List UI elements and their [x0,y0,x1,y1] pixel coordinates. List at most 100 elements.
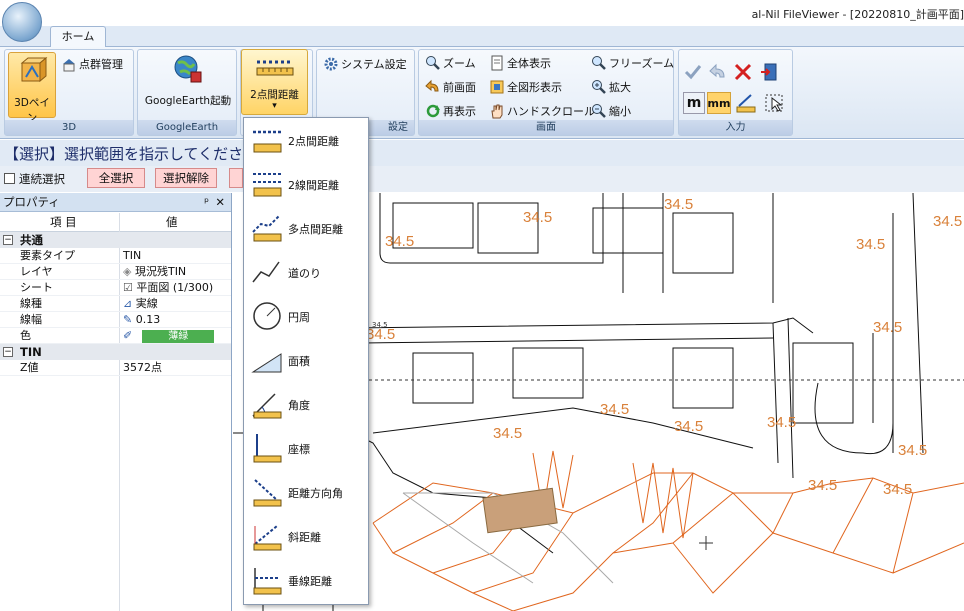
title-bar: al-Nil FileViewer - [20220810_計画平面] [0,0,964,26]
close-icon [734,63,752,81]
category-tin-label: TIN [20,345,42,359]
ribbon-group-screen: ズーム 全体表示 フリーズーム 前画面 全図形表示 拡大 再表示 ハンドスクロー… [418,49,674,136]
unit-mm-button[interactable]: mm [707,92,731,114]
unit-m-button[interactable]: m [683,92,705,114]
ribbon-group-3d: 3Dペイン 点群管理 3D [4,49,134,136]
system-settings-label: システム設定 [341,58,407,71]
zoom-button[interactable]: ズーム [425,55,476,71]
menu-item-two-line-distance[interactable]: 2線間距離 [288,177,339,193]
property-key: シート [20,281,53,294]
collapse-icon[interactable]: − [3,235,13,245]
group-label-input: 入力 [679,120,792,135]
collapse-icon[interactable]: − [3,347,13,357]
properties-column-header: 項 目 値 [0,212,231,232]
distance-bearing-icon [253,479,282,507]
property-key: 要素タイプ [20,249,75,262]
page-icon [491,55,503,71]
properties-panel: プロパティ ᵖ ✕ 項 目 値 − 共通 要素タイプ TIN レイヤ ◈ 現況残TIN… [0,193,232,611]
app-window: al-Nil FileViewer - [20220810_計画平面] ホーム … [0,0,964,611]
contour-label: 34.5 [933,213,962,230]
small-elevation-label: 34.5 [372,321,388,329]
menu-item-perpendicular-distance[interactable]: 垂線距離 [288,573,332,589]
sheet-icon: ☑ [123,281,137,294]
property-key: レイヤ [20,265,53,278]
googleearth-launch-button[interactable]: GoogleEarth起動 [140,54,236,118]
property-row[interactable]: 線幅 ✎ 0.13 [0,312,231,328]
property-row[interactable]: 線種 ⊿ 実線 [0,296,231,312]
two-point-distance-icon [253,130,282,153]
hand-scroll-label: ハンドスクロール [507,105,595,118]
property-row[interactable]: レイヤ ◈ 現況残TIN [0,264,231,280]
property-row[interactable]: シート ☑ 平面図 (1/300) [0,280,231,296]
refresh-icon [426,104,440,118]
property-key: Z値 [20,361,39,374]
point-cloud-button[interactable]: 点群管理 [61,56,123,72]
property-value: 3572点 [123,361,162,374]
properties-title: プロパティ [3,195,60,209]
property-value: 実線 [135,297,158,310]
more-selection-button[interactable] [229,168,243,188]
two-point-distance-button[interactable]: 2点間距離 ▾ [241,49,308,115]
continuous-select-checkbox[interactable] [4,173,15,184]
hand-scroll-button[interactable]: ハンドスクロール [489,103,595,119]
contour-label: 34.5 [523,209,552,226]
system-settings-button[interactable]: システム設定 [323,56,407,72]
tin-mesh [372,450,964,611]
pin-icon[interactable]: ᵖ [204,193,209,212]
paint-icon: ✐ [123,329,133,342]
ruler-distance-icon [256,60,294,76]
property-row[interactable]: 要素タイプ TIN [0,248,231,264]
property-key: 線幅 [20,313,42,326]
property-row[interactable]: 色 ✐ 薄緑 [0,328,231,344]
property-value: 0.13 [135,313,161,326]
column-value-header: 値 [166,215,178,229]
category-tin[interactable]: − TIN [0,344,231,360]
fit-all-label: 全体表示 [507,57,551,70]
cancel-button[interactable] [733,62,753,82]
menu-item-coordinate[interactable]: 座標 [288,441,310,457]
redraw-label: 再表示 [443,105,476,118]
menu-item-multi-point-distance[interactable]: 多点間距離 [288,221,343,237]
deselect-button[interactable]: 選択解除 [155,168,217,188]
color-swatch[interactable]: 薄緑 [142,329,215,343]
menu-item-distance-bearing[interactable]: 距離方向角 [288,485,343,501]
menu-item-circumference[interactable]: 円周 [288,309,310,325]
property-row[interactable]: Z値 3572点 [0,360,231,376]
3d-cube-icon [20,56,48,83]
undo-input-button[interactable] [708,62,728,82]
3d-pane-button[interactable]: 3Dペイン [8,52,56,124]
zoom-in-button[interactable]: 拡大 [591,79,631,95]
exit-button[interactable] [759,62,779,82]
measure-dropdown-menu: 2点間距離 2線間距離 多点間距離 道のり 円周 面積 角度 座標 距離方向角 … [243,117,369,605]
app-menu-button[interactable] [2,2,42,42]
tab-home[interactable]: ホーム [50,26,106,48]
previous-view-button[interactable]: 前画面 [425,79,476,95]
contour-label: 34.5 [873,319,902,336]
slope-distance-icon [253,525,282,551]
free-zoom-icon [592,56,606,70]
redraw-button[interactable]: 再表示 [425,103,476,119]
menu-item-path-length[interactable]: 道のり [288,265,321,281]
menu-item-angle[interactable]: 角度 [288,397,310,413]
zoom-out-button[interactable]: 縮小 [591,103,631,119]
show-all-shapes-button[interactable]: 全図形表示 [489,79,562,95]
pick-input-button[interactable] [763,92,785,114]
group-label-screen: 画面 [419,120,673,135]
contour-label: 34.5 [856,236,885,253]
linetype-icon: ⊿ [123,297,136,310]
menu-item-two-point-distance[interactable]: 2点間距離 [288,133,339,149]
window-title: al-Nil FileViewer - [20220810_計画平面] [751,8,964,21]
category-common[interactable]: − 共通 [0,232,231,248]
fit-all-button[interactable]: 全体表示 [489,55,551,71]
select-all-button[interactable]: 全選択 [87,168,145,188]
property-key: 線種 [20,297,42,310]
free-zoom-button[interactable]: フリーズーム [591,55,674,71]
gear-icon [324,57,338,71]
two-point-distance-label: 2点間距離 [250,89,299,101]
confirm-button[interactable] [683,62,703,82]
property-key: 色 [20,329,31,342]
angle-input-button[interactable] [735,92,757,114]
close-icon[interactable]: ✕ [215,193,225,212]
menu-item-slope-distance[interactable]: 斜距離 [288,529,321,545]
menu-item-area[interactable]: 面積 [288,353,310,369]
